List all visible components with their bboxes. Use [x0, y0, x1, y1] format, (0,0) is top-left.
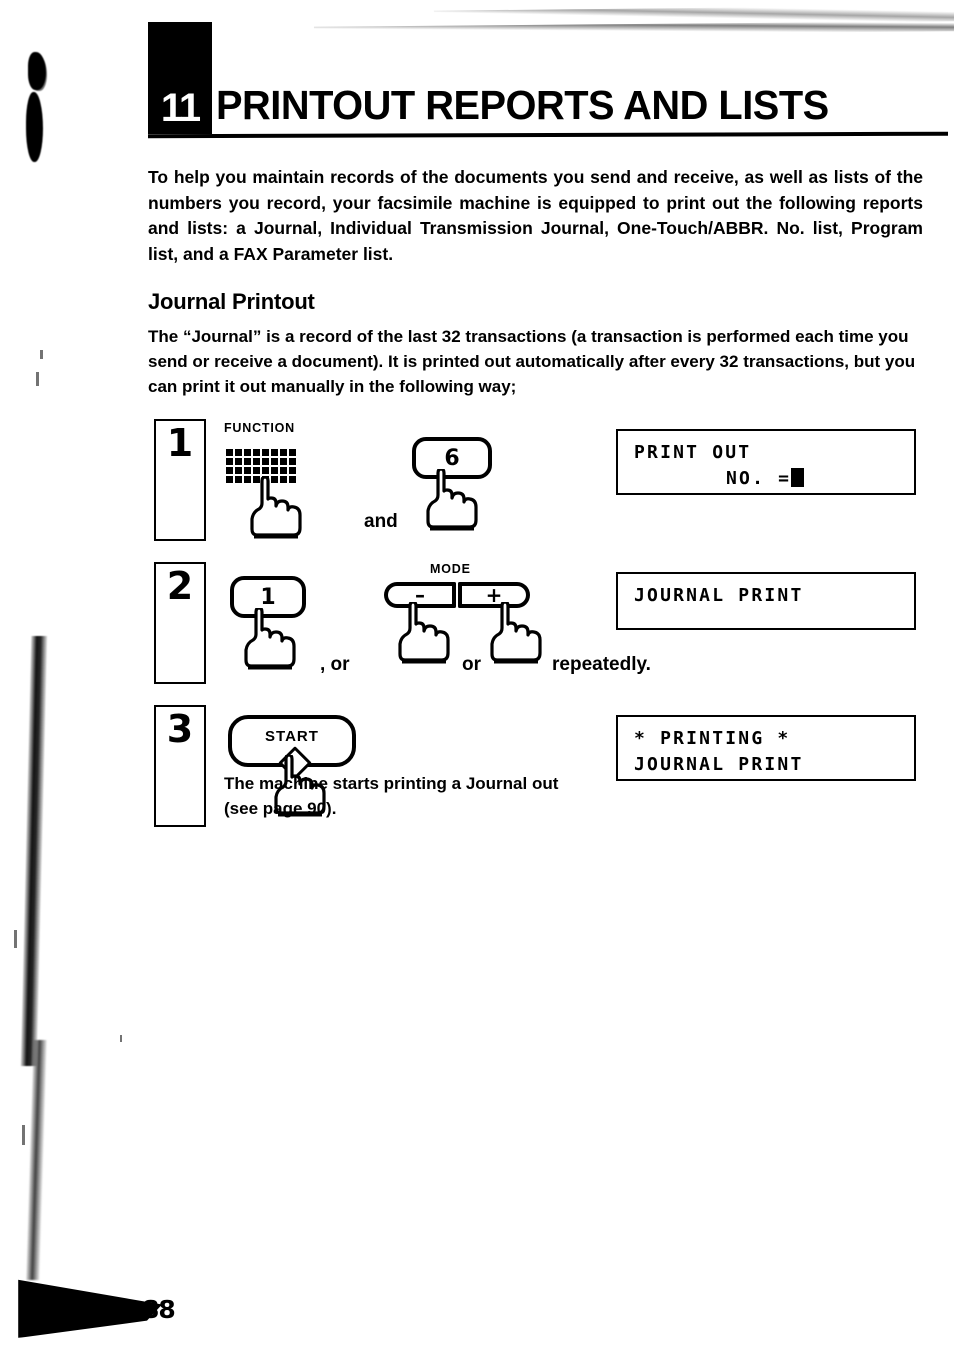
- step-number-box: 2: [154, 562, 206, 684]
- pointing-hand-icon: [248, 477, 306, 539]
- section-heading: Journal Printout: [148, 289, 315, 314]
- lcd-line-2: NO. =: [634, 466, 914, 492]
- step-1-illustration: FUNCTION 6 and: [216, 419, 636, 549]
- intro-paragraph: To help you maintain records of the docu…: [148, 167, 923, 264]
- lcd-line-1: JOURNAL PRINT: [634, 585, 804, 606]
- scan-speck: [120, 1035, 122, 1042]
- closing-note-line-1: The machine starts printing a Journal ou…: [224, 774, 559, 793]
- step-number-box: 1: [154, 419, 206, 541]
- step-row: 1 FUNCTION 6 and PRINT OUT NO. =: [148, 419, 938, 562]
- step-number: 3: [166, 707, 194, 751]
- scan-edge-streak-left: [20, 636, 48, 1066]
- scan-speck: [22, 1125, 25, 1145]
- chapter-header: 11 PRINTOUT REPORTS AND LISTS: [147, 22, 949, 139]
- pointing-hand-icon: [242, 608, 300, 670]
- step-number: 2: [166, 564, 194, 608]
- chapter-number-badge: 11: [148, 22, 212, 134]
- function-key-label: FUNCTION: [224, 421, 295, 435]
- page-number: 88: [142, 1295, 176, 1324]
- page-title: PRINTOUT REPORTS AND LISTS: [216, 82, 829, 128]
- scan-speck: [14, 930, 17, 948]
- step-2-text-end: repeatedly.: [552, 654, 651, 675]
- step-2-illustration: 1 , or MODE – + or repeatedly.: [216, 562, 676, 692]
- header-divider: [147, 131, 949, 139]
- step-2-text-after-key-1: , or: [320, 654, 350, 675]
- pointing-hand-icon: [488, 602, 546, 664]
- pointing-hand-icon: [396, 602, 454, 664]
- step-number: 1: [166, 421, 194, 465]
- start-button-label: START: [265, 728, 319, 745]
- closing-note-line-2: (see page 90).: [224, 799, 337, 818]
- section-paragraph: The “Journal” is a record of the last 32…: [148, 327, 916, 396]
- mode-key-label: MODE: [430, 562, 471, 576]
- scan-speck: [40, 350, 43, 359]
- procedure-steps: 1 FUNCTION 6 and PRINT OUT NO. = 2 1 , o…: [148, 419, 938, 827]
- scan-ink-blot-upper-2: [26, 92, 43, 162]
- lcd-display-step-2: JOURNAL PRINT: [616, 572, 916, 630]
- lcd-display-step-3: * PRINTING * JOURNAL PRINT: [616, 715, 916, 781]
- scan-edge-streak-left-lower: [26, 1040, 47, 1280]
- scan-ink-blot-upper: [28, 52, 46, 90]
- lcd-cursor-block: [791, 468, 805, 487]
- page-content: 11 PRINTOUT REPORTS AND LISTS To help yo…: [147, 0, 949, 827]
- step-2-text-between-modes: or: [462, 654, 481, 675]
- lcd-line-2: JOURNAL PRINT: [634, 754, 804, 775]
- closing-note: The machine starts printing a Journal ou…: [224, 771, 558, 821]
- step-1-conjunction: and: [364, 511, 398, 532]
- step-row: 2 1 , or MODE – + or repeatedly. JOURNAL…: [148, 562, 938, 705]
- lcd-line-1: PRINT OUT: [634, 442, 752, 463]
- step-number-box: 3: [154, 705, 206, 827]
- lcd-display-step-1: PRINT OUT NO. =: [616, 429, 916, 495]
- pointing-hand-icon: [424, 469, 482, 531]
- scan-speck: [36, 372, 39, 386]
- lcd-line-2-text: NO. =: [726, 468, 792, 489]
- lcd-line-1: * PRINTING *: [634, 728, 791, 749]
